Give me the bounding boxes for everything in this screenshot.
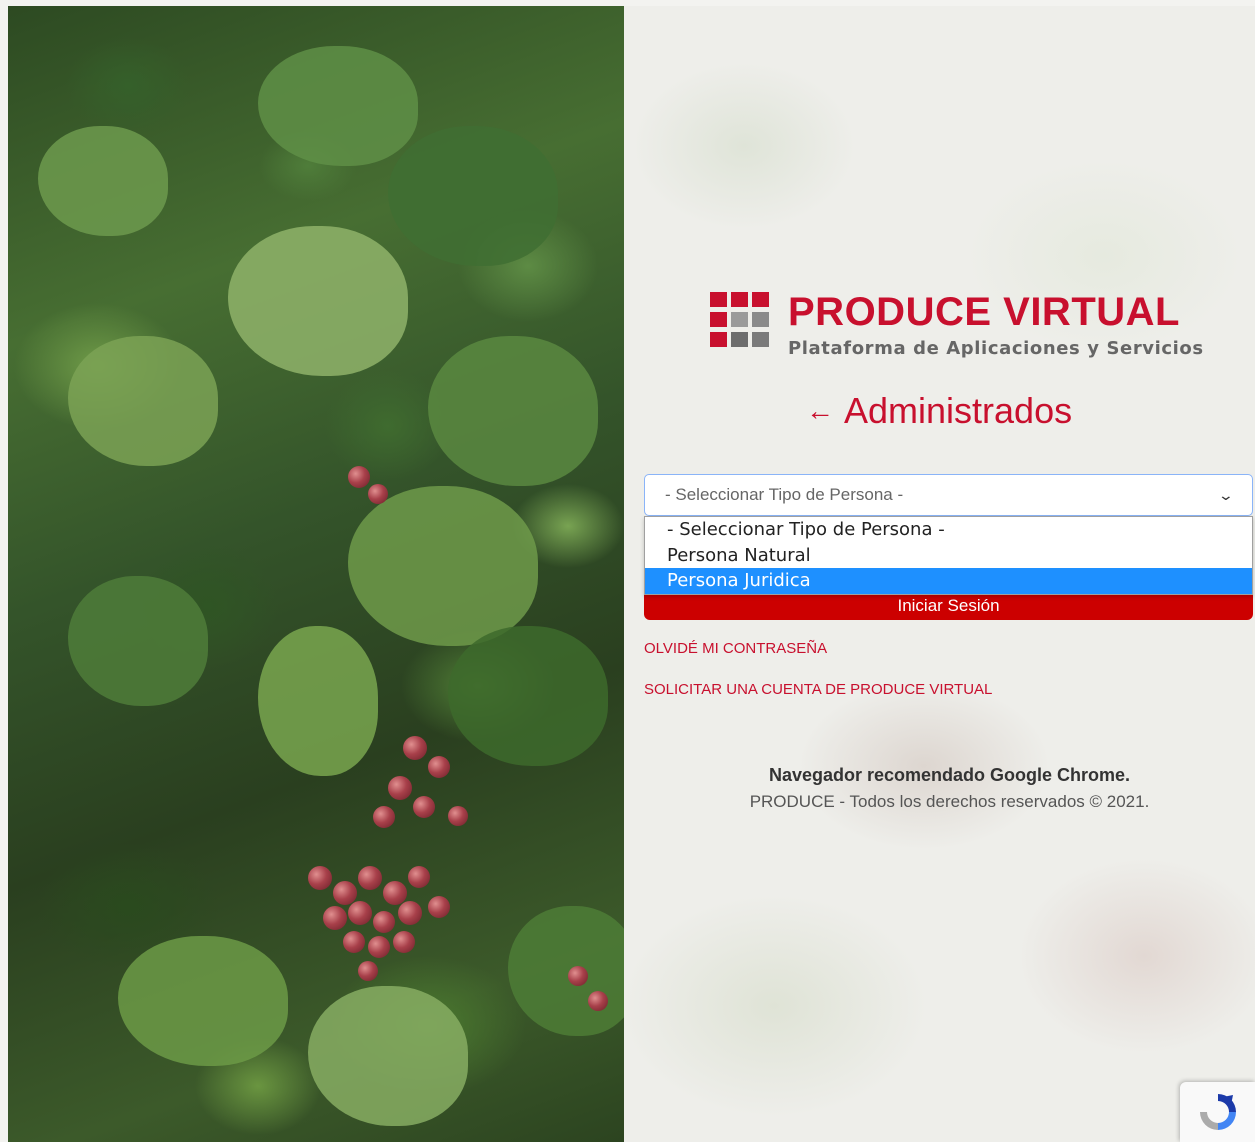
person-type-select[interactable]: - Seleccionar Tipo de Persona - ⌄ (644, 474, 1253, 516)
option-persona-natural[interactable]: Persona Natural (645, 543, 1252, 569)
back-to-administrados-link[interactable]: ← Administrados (806, 390, 1072, 432)
page-title: Administrados (844, 390, 1073, 431)
recaptcha-icon (1199, 1094, 1236, 1130)
person-type-dropdown: - Seleccionar Tipo de Persona - Persona … (644, 516, 1253, 595)
arrow-left-icon: ← (806, 395, 834, 426)
person-type-select-value: - Seleccionar Tipo de Persona - (665, 485, 904, 504)
copyright-text: PRODUCE - Todos los derechos reservados … (749, 792, 1150, 811)
brand-subtitle: Plataforma de Aplicaciones y Servicios (788, 338, 1204, 359)
login-button[interactable]: Iniciar Sesión (644, 592, 1253, 620)
brand-logo: PRODUCE VIRTUAL Plataforma de Aplicacion… (710, 292, 1204, 359)
option-persona-juridica[interactable]: Persona Juridica (645, 568, 1252, 594)
request-account-link[interactable]: SOLICITAR UNA CUENTA DE PRODUCE VIRTUAL (644, 681, 992, 698)
recaptcha-badge[interactable] (1180, 1082, 1255, 1142)
brand-title: PRODUCE VIRTUAL (788, 290, 1180, 334)
option-select-placeholder[interactable]: - Seleccionar Tipo de Persona - (645, 517, 1252, 543)
vineyard-photo (8, 6, 624, 1142)
produce-logo-icon (710, 292, 770, 350)
chevron-down-icon: ⌄ (1217, 486, 1235, 503)
forgot-password-link[interactable]: OLVIDÉ MI CONTRASEÑA (644, 640, 827, 657)
browser-recommendation: Navegador recomendado Google Chrome. (768, 765, 1131, 785)
